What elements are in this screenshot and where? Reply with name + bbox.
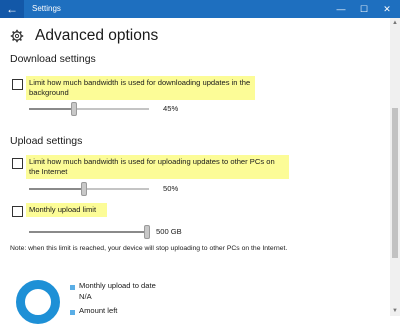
close-button[interactable]: ✕ <box>376 0 398 18</box>
upload-bandwidth-slider-thumb[interactable] <box>81 182 87 196</box>
monthly-upload-value: N/A <box>79 292 92 301</box>
upload-settings-heading: Upload settings <box>10 135 83 147</box>
page-title: Advanced options <box>35 27 159 44</box>
amount-left-legend-swatch <box>70 310 75 315</box>
monthly-limit-slider-fill <box>29 231 147 233</box>
back-arrow-icon: ← <box>6 2 18 16</box>
upload-bandwidth-slider-fill <box>29 188 84 190</box>
monthly-limit-slider-value: 500 GB <box>156 227 182 236</box>
maximize-button[interactable]: ☐ <box>353 0 375 18</box>
monthly-upload-legend-swatch <box>70 285 75 290</box>
monthly-limit-slider-thumb[interactable] <box>144 225 150 239</box>
download-slider-value: 45% <box>163 104 179 113</box>
scroll-down-arrow-icon[interactable]: ▼ <box>390 306 400 316</box>
monthly-upload-limit-label: Monthly upload limit <box>26 203 107 217</box>
window-title: Settings <box>32 4 61 13</box>
monthly-upload-limit-checkbox[interactable] <box>12 206 23 217</box>
upload-bandwidth-checkbox[interactable] <box>12 158 23 169</box>
vertical-scrollbar[interactable]: ▲ ▼ <box>390 18 400 316</box>
upload-bandwidth-slider-track[interactable] <box>29 188 149 190</box>
upload-limit-note: Note: when this limit is reached, your d… <box>10 245 288 252</box>
close-icon: ✕ <box>383 4 391 14</box>
amount-left-label: Amount left <box>79 306 118 315</box>
download-settings-heading: Download settings <box>10 53 96 65</box>
minimize-icon: — <box>336 4 346 14</box>
download-slider-fill <box>29 108 74 110</box>
back-button[interactable]: ← <box>0 0 24 18</box>
maximize-icon: ☐ <box>359 4 369 14</box>
upload-usage-donut <box>16 280 60 324</box>
scrollbar-thumb[interactable] <box>392 108 398 258</box>
minimize-button[interactable]: — <box>330 0 352 18</box>
download-limit-checkbox[interactable] <box>12 79 23 90</box>
upload-bandwidth-slider-value: 50% <box>163 184 179 193</box>
download-slider-track[interactable] <box>29 108 149 110</box>
download-limit-label: Limit how much bandwidth is used for dow… <box>26 76 255 100</box>
monthly-limit-slider-track[interactable] <box>29 231 149 233</box>
download-slider-thumb[interactable] <box>71 102 77 116</box>
upload-bandwidth-label: Limit how much bandwidth is used for upl… <box>26 155 289 179</box>
gear-icon <box>10 29 24 43</box>
scroll-up-arrow-icon[interactable]: ▲ <box>390 18 400 28</box>
title-bar: ← Settings — ☐ ✕ <box>0 0 400 18</box>
monthly-upload-label: Monthly upload to date <box>79 281 156 290</box>
